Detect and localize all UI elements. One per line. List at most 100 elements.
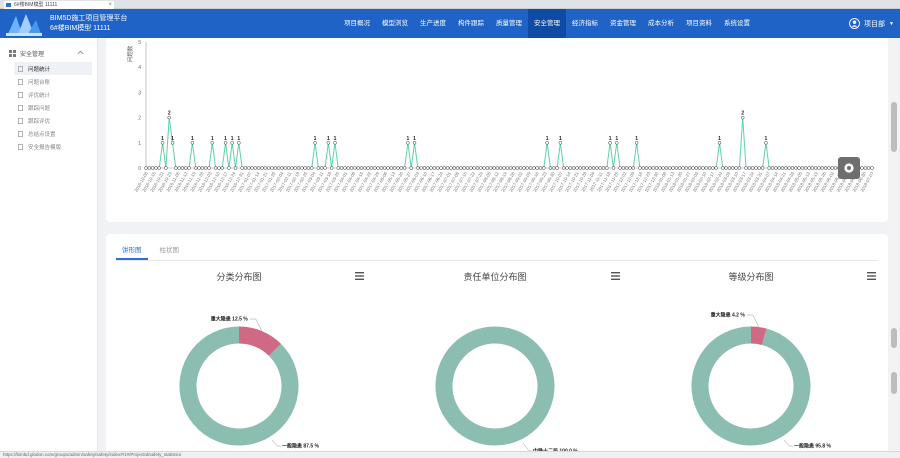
data-point — [273, 166, 278, 170]
data-point — [624, 166, 629, 170]
data-point — [787, 166, 791, 170]
data-point — [283, 166, 287, 170]
data-point — [784, 166, 788, 170]
nav-item[interactable]: 成本分析 — [642, 9, 680, 38]
donut-slice[interactable] — [435, 326, 555, 446]
donut-slice[interactable] — [238, 326, 282, 357]
data-point — [426, 166, 430, 170]
sidebar-item[interactable]: 评优统计 — [14, 88, 92, 101]
data-point — [489, 166, 493, 170]
y-tick-label: 3 — [138, 90, 141, 96]
browser-tab-bar: 6#楼BIM模型 11111 × — [0, 0, 900, 9]
data-point — [459, 166, 463, 170]
data-point — [578, 166, 583, 170]
data-point — [794, 166, 798, 170]
data-point — [203, 166, 208, 170]
browser-tab-title: 6#楼BIM模型 11111 — [14, 2, 58, 8]
data-point — [707, 166, 712, 170]
sidebar-item[interactable]: 安全报告模版 — [14, 140, 92, 153]
data-point — [744, 166, 748, 170]
data-point — [472, 166, 476, 170]
data-label: 1 — [224, 136, 227, 142]
sidebar-group-safety[interactable]: 安全管理 — [0, 46, 98, 60]
data-point — [644, 166, 649, 170]
tab-close-icon[interactable]: × — [108, 1, 112, 9]
data-point — [177, 166, 181, 170]
data-point — [770, 166, 775, 170]
page-scrollbar[interactable] — [890, 38, 898, 452]
nav-item[interactable]: 项目资料 — [680, 9, 718, 38]
data-point — [303, 166, 307, 170]
donut-slice[interactable] — [750, 326, 767, 346]
nav-item[interactable]: 安全管理 — [528, 9, 566, 38]
data-point — [353, 166, 357, 170]
chevron-up-icon[interactable] — [77, 49, 84, 56]
chart-tab[interactable]: 饼形图 — [116, 242, 148, 260]
favicon-icon — [6, 3, 11, 7]
app-subtitle: 6#楼BIM模型 11111 — [50, 25, 111, 32]
data-label: 1 — [231, 136, 234, 142]
pie-title-category: 分类分布图 — [216, 272, 262, 282]
data-point — [555, 166, 559, 170]
data-point — [323, 166, 327, 170]
app-header: BIM5D施工项目管理平台 6#楼BIM模型 11111 项目概况 模型浏览 生产进… — [0, 9, 900, 38]
data-point — [664, 166, 669, 170]
menu-icon[interactable] — [867, 272, 876, 280]
data-point — [396, 166, 400, 170]
sidebar-item-label: 评优统计 — [28, 92, 51, 99]
donut-slice[interactable] — [691, 326, 811, 446]
data-label: 1 — [191, 136, 194, 142]
nav-item[interactable]: 模型浏览 — [376, 9, 414, 38]
data-point — [193, 166, 198, 170]
data-point — [668, 166, 672, 170]
browser-tab[interactable]: 6#楼BIM模型 11111 × — [4, 1, 114, 9]
data-point — [701, 166, 705, 170]
nav-item[interactable]: 项目概况 — [338, 9, 376, 38]
data-point — [207, 166, 211, 170]
y-tick-label: 0 — [138, 166, 141, 172]
menu-icon[interactable] — [355, 272, 364, 280]
scrollbar-thumb-lower[interactable] — [891, 372, 897, 394]
nav-item[interactable]: 质量管理 — [490, 9, 528, 38]
scrollbar-thumb-mid[interactable] — [891, 328, 897, 348]
data-point — [631, 166, 636, 170]
data-point — [293, 166, 297, 170]
user-menu[interactable]: 项目部 ▼ — [849, 9, 894, 38]
nav-item[interactable]: 资金管理 — [604, 9, 642, 38]
sidebar-item[interactable]: 总结点设置 — [14, 127, 92, 140]
data-point — [502, 166, 506, 170]
data-point — [508, 166, 513, 170]
data-point — [310, 166, 314, 170]
data-point — [807, 166, 811, 170]
chart-tab[interactable]: 柱状图 — [154, 242, 186, 260]
data-point — [535, 166, 539, 170]
donut-slice[interactable] — [179, 326, 299, 446]
tab-divider — [116, 260, 878, 261]
scrollbar-thumb-upper[interactable] — [891, 102, 897, 152]
sidebar-item[interactable]: 问题统计 — [14, 62, 92, 75]
data-point — [532, 166, 536, 170]
data-point — [253, 166, 258, 170]
sidebar-item[interactable]: 问题台账 — [14, 75, 92, 88]
data-label: 2 — [168, 111, 171, 117]
nav-item[interactable]: 生产进度 — [414, 9, 452, 38]
nav-item[interactable]: 系统设置 — [718, 9, 756, 38]
data-label: 1 — [237, 136, 240, 142]
y-tick-label: 2 — [138, 116, 141, 122]
data-point — [286, 166, 291, 170]
sidebar-item[interactable]: 跟踪问题 — [14, 101, 92, 114]
nav-item[interactable]: 构件跟踪 — [452, 9, 490, 38]
data-point — [260, 166, 264, 170]
nav-item[interactable]: 经济指标 — [566, 9, 604, 38]
sidebar-item-label: 问题统计 — [28, 66, 51, 73]
data-point — [290, 166, 294, 170]
data-point — [419, 166, 423, 170]
data-point — [780, 166, 785, 170]
sidebar-item[interactable]: 跟踪评优 — [14, 114, 92, 127]
data-point — [760, 166, 765, 170]
menu-icon[interactable] — [611, 272, 620, 280]
data-point — [479, 166, 483, 170]
chart-tool-button[interactable] — [838, 157, 860, 179]
data-point — [820, 166, 825, 170]
data-point — [316, 166, 321, 170]
